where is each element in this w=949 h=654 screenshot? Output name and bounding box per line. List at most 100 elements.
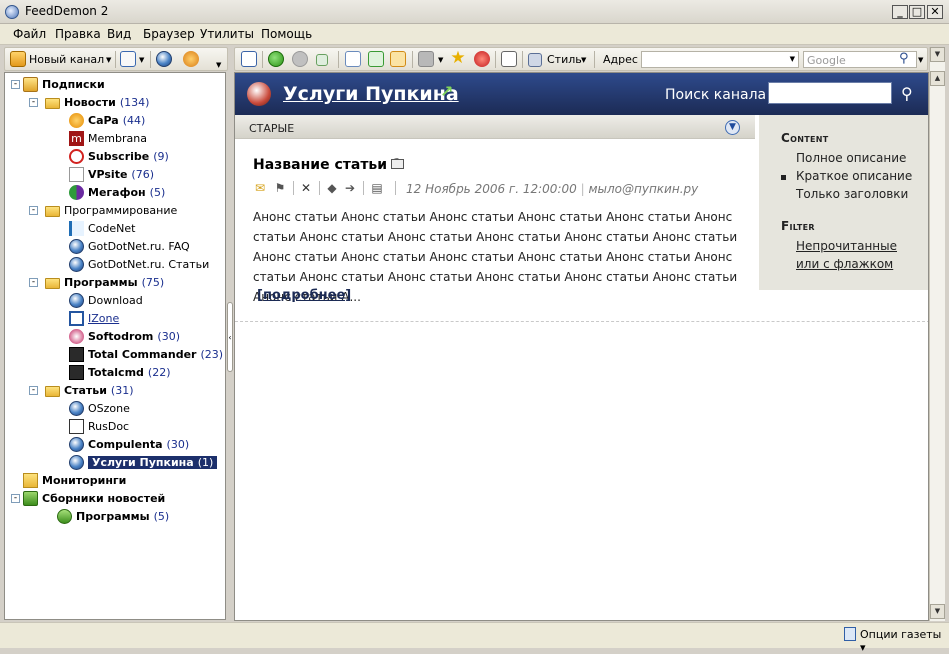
app-icon [5, 5, 19, 19]
tree-item-label: GotDotNet.ru. Статьи [88, 258, 210, 271]
globe-icon[interactable] [156, 51, 172, 67]
option-brief[interactable]: Краткое описание [796, 169, 912, 183]
style-icon [528, 53, 542, 67]
tree-item-label: Мегафон [88, 186, 146, 199]
menu-edit[interactable]: Правка [55, 27, 101, 41]
stop-icon[interactable] [316, 54, 328, 66]
title-bar: FeedDemon 2 _ □ ✕ [0, 0, 949, 24]
selected-bullet-icon [781, 175, 786, 180]
menu-help[interactable]: Помощь [261, 27, 312, 41]
channel-tree: - Подписки - Новости (134) CaPa (44) m Membrana S… [4, 72, 226, 620]
view-layout-icon[interactable] [120, 51, 136, 67]
show-list-icon[interactable] [241, 51, 257, 67]
collapse-toggle-icon[interactable]: - [29, 206, 38, 215]
reload-icon[interactable] [368, 51, 384, 67]
option-headlines[interactable]: Только заголовки [796, 187, 908, 201]
email-icon[interactable]: ✉ [253, 181, 267, 195]
back-icon[interactable] [268, 51, 284, 67]
menu-tools[interactable]: Утилиты [200, 27, 254, 41]
close-button[interactable]: ✕ [927, 5, 943, 19]
unread-count: (23) [200, 348, 224, 361]
forward-arrow-icon[interactable]: ➔ [343, 181, 357, 195]
panel-splitter[interactable]: ‹ [226, 72, 234, 620]
menu-view[interactable]: Вид [107, 27, 131, 41]
article-title[interactable]: Название статьи 1 [253, 157, 402, 173]
style-button[interactable]: Стиль [547, 53, 582, 66]
newspaper-icon [844, 627, 856, 641]
rss-dropdown-icon[interactable]: ▼ [438, 56, 443, 64]
option-full[interactable]: Полное описание [796, 151, 906, 165]
delete-icon[interactable]: ✕ [299, 181, 313, 195]
floppy-icon [69, 347, 84, 362]
new-channel-button[interactable]: Новый канал [29, 53, 104, 66]
clip-icon[interactable]: ◆ [325, 181, 339, 195]
collapse-toggle-icon[interactable]: - [29, 98, 38, 107]
address-dropdown-icon[interactable]: ▼ [790, 55, 795, 63]
subscribe-icon [69, 149, 84, 164]
scroll-up-icon[interactable]: ▲ [930, 71, 945, 86]
read-more-link[interactable]: [подробнее] [257, 288, 351, 303]
tree-item-label: Программы [76, 510, 150, 523]
unread-count: (44) [122, 114, 146, 127]
menu-file[interactable]: Файл [13, 27, 46, 41]
tree-item-label: Total Commander [88, 348, 197, 361]
newspaper-options-button[interactable]: Опции газеты ▾ [860, 628, 949, 654]
left-toolbar: Новый канал ▼ ▼ ▼ [4, 47, 228, 71]
collapse-chevron-icon[interactable]: ▼ [725, 120, 740, 135]
filter-unread-flagged-link[interactable]: Непрочитанные или с флажком [796, 237, 906, 273]
search-icon[interactable]: ⚲ [899, 51, 909, 66]
unread-count: (134) [119, 96, 150, 109]
content-header: Content [781, 131, 829, 145]
new-channel-dropdown-icon[interactable]: ▼ [106, 56, 111, 64]
softodrom-icon [69, 329, 84, 344]
unread-count: (5) [149, 186, 166, 199]
menu-browser[interactable]: Браузер [143, 27, 195, 41]
maximize-button[interactable]: □ [909, 5, 925, 19]
vertical-scrollbar[interactable]: ▼ ▲ ▼ [929, 47, 945, 621]
flag-icon[interactable]: ⚑ [273, 181, 287, 195]
star-icon[interactable]: ★ [450, 50, 466, 67]
block-icon[interactable] [474, 51, 490, 67]
folder-icon [45, 278, 60, 289]
new-channel-icon [10, 51, 26, 67]
forward-icon[interactable] [292, 51, 308, 67]
new-window-icon[interactable] [501, 51, 517, 67]
globe-icon [69, 455, 84, 470]
tree-item-label: Сборники новостей [42, 492, 166, 505]
vpsite-icon [69, 167, 84, 182]
toolbar-separator [150, 51, 151, 68]
open-article-icon[interactable] [391, 159, 404, 169]
collapse-panel-icon[interactable]: ‹ [227, 302, 233, 372]
old-items-bar: СТАРЫЕ ▼ [235, 115, 755, 139]
feed-title[interactable]: Услуги Пупкина [283, 83, 459, 105]
toolbar-chevron-icon[interactable]: ▼ [930, 47, 945, 62]
toolbar-separator [522, 51, 523, 68]
view-layout-dropdown-icon[interactable]: ▼ [139, 56, 144, 64]
feed-update-arrow-icon[interactable]: ↗ [440, 82, 453, 101]
collapse-toggle-icon[interactable]: - [29, 278, 38, 287]
channel-search-icon[interactable]: ⚲ [901, 84, 913, 103]
comments-icon[interactable]: ▤ [370, 181, 384, 195]
rss-icon[interactable] [418, 51, 434, 67]
unread-count: (5) [153, 510, 170, 523]
collapse-toggle-icon[interactable]: - [11, 80, 20, 89]
izone-icon [69, 311, 84, 326]
search-dropdown-icon[interactable]: ▼ [918, 56, 923, 64]
collapse-toggle-icon[interactable]: - [29, 386, 38, 395]
document-icon[interactable] [345, 51, 361, 67]
scroll-down-icon[interactable]: ▼ [930, 604, 945, 619]
article-date-author: 12 Ноябрь 2006 г. 12:00:00 | мыло@пупкин… [406, 182, 699, 196]
minimize-button[interactable]: _ [892, 5, 908, 19]
unread-count: (75) [141, 276, 165, 289]
home-icon[interactable] [390, 51, 406, 67]
toolbar-overflow-icon[interactable]: ▼ [216, 61, 221, 69]
tree-item-label: Программы [64, 276, 138, 289]
collapse-toggle-icon[interactable]: - [11, 494, 20, 503]
article-author: мыло@пупкин.ру [588, 182, 699, 196]
address-input[interactable]: ▼ [641, 51, 799, 68]
style-dropdown-icon[interactable]: ▼ [581, 56, 586, 64]
menu-bar: Файл Правка Вид Браузер Утилиты Помощь [0, 24, 949, 45]
unread-count: (22) [147, 366, 171, 379]
refresh-icon[interactable] [183, 51, 199, 67]
channel-search-input[interactable] [768, 82, 892, 104]
